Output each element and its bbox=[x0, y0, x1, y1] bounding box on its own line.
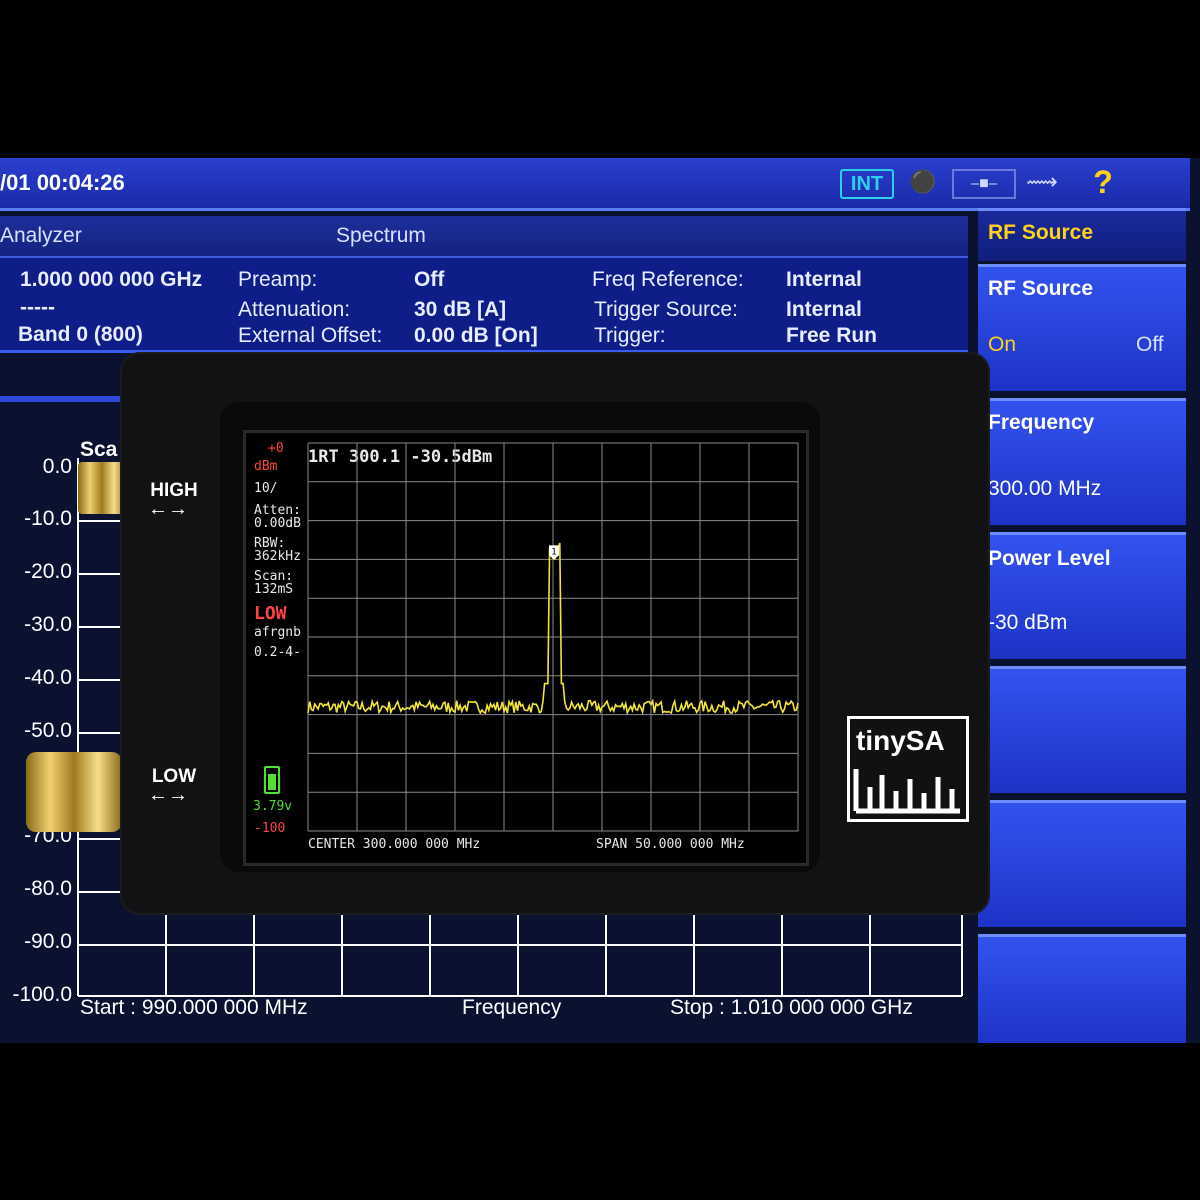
softkey-frequency-value: 300.00 MHz bbox=[988, 477, 1102, 500]
softkey-rf-source-label: RF Source bbox=[988, 277, 1094, 300]
softkey-empty-5[interactable] bbox=[978, 800, 1186, 927]
lcd-marker-id: 1 bbox=[551, 547, 556, 557]
sma-connector-low bbox=[26, 752, 122, 832]
lcd-spectrum-plot: 1 bbox=[307, 442, 799, 832]
stop-frequency: Stop : 1.010 000 000 GHz bbox=[670, 996, 913, 1019]
softkey-power-level-value: -30 dBm bbox=[988, 611, 1068, 634]
lcd-center-frequency: CENTER 300.000 000 MHz bbox=[308, 837, 481, 852]
tinysa-device: HIGH ←→ LOW ←→ +0 dBm 10/ Atten: 0.00dB … bbox=[120, 352, 990, 915]
softkey-rf-source[interactable]: RF Source On Off bbox=[978, 264, 1186, 391]
plug-icon[interactable]: ⟿ bbox=[1022, 166, 1062, 198]
softkey-empty-4[interactable] bbox=[978, 666, 1186, 793]
softkey-power-level-label: Power Level bbox=[988, 547, 1111, 570]
sma-connector-high bbox=[78, 462, 126, 514]
softkey-empty-6[interactable] bbox=[978, 934, 1186, 1043]
rf-source-on-option[interactable]: On bbox=[988, 333, 1016, 357]
softkey-frequency[interactable]: Frequency 300.00 MHz bbox=[978, 398, 1186, 525]
softkey-header-title: RF Source bbox=[988, 221, 1094, 244]
x-axis-label: Frequency bbox=[462, 996, 562, 1019]
tinysa-logo-text: tinySA bbox=[856, 725, 945, 756]
lcd-span: SPAN 50.000 000 MHz bbox=[596, 837, 745, 852]
high-port-arrow-icon: ←→ bbox=[148, 498, 188, 520]
help-icon[interactable]: ? bbox=[1078, 166, 1128, 198]
tinysa-logo-bars-icon bbox=[853, 769, 960, 814]
low-port-arrow-icon: ←→ bbox=[148, 784, 188, 806]
softkey-power-level[interactable]: Power Level -30 dBm bbox=[978, 532, 1186, 659]
start-frequency: Start : 990.000 000 MHz bbox=[80, 996, 308, 1019]
softkey-frequency-label: Frequency bbox=[988, 411, 1095, 434]
softkey-menu-header: RF Source bbox=[978, 208, 1186, 261]
tinysa-logo: tinySA bbox=[847, 716, 969, 822]
tinysa-lcd[interactable]: +0 dBm 10/ Atten: 0.00dB RBW: 362kHz Sca… bbox=[243, 430, 809, 866]
rf-source-off-option[interactable]: Off bbox=[1136, 333, 1164, 357]
